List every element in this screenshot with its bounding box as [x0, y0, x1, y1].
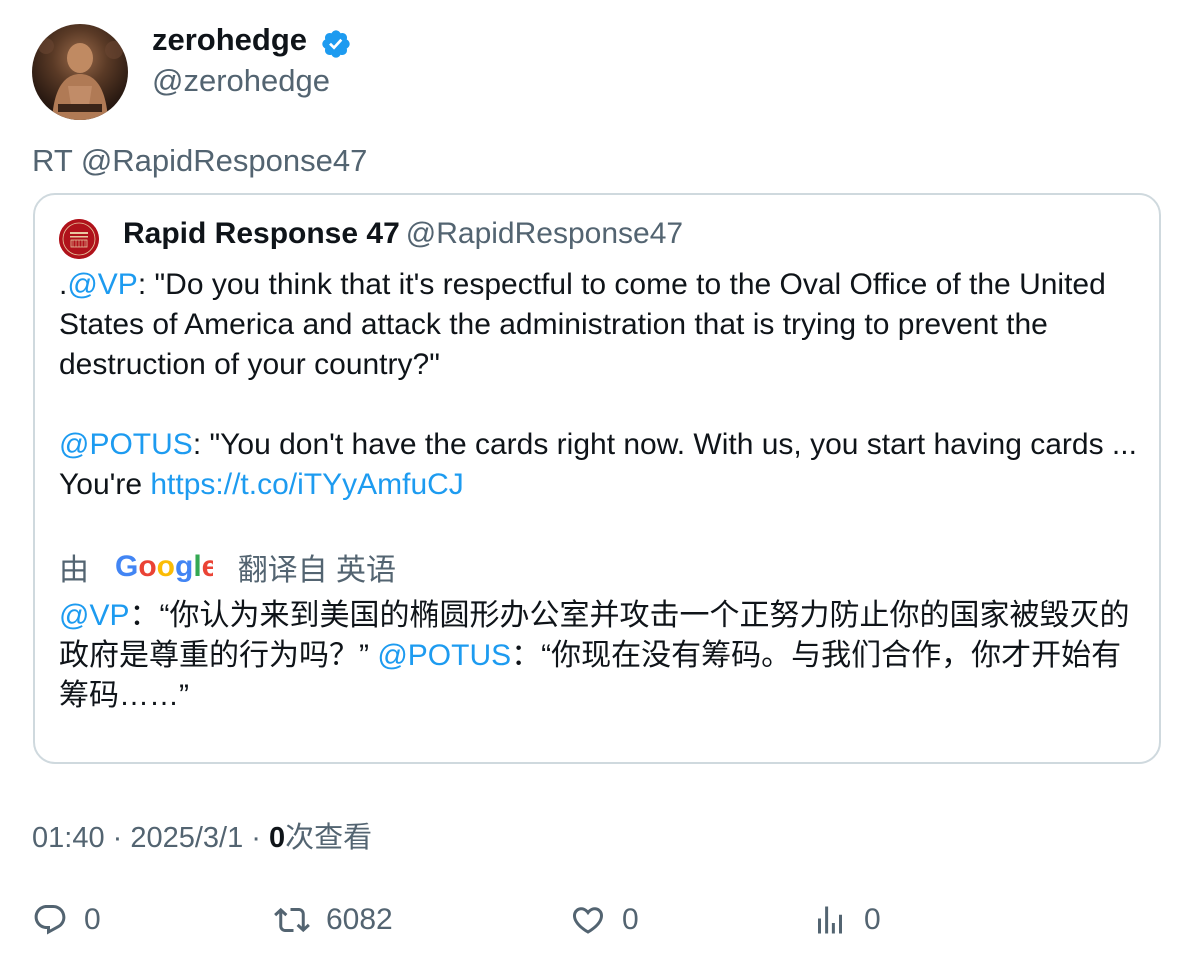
- tweet-meta: 01:40 · 2025/3/1 · 0次查看: [32, 814, 372, 856]
- tco-link[interactable]: https://t.co/iTYyAmfuCJ: [150, 468, 463, 501]
- translated-by-label: 由: [59, 554, 89, 587]
- analytics-icon: [818, 906, 842, 934]
- quote-tweet-text: .@VP: "Do you think that it's respectful…: [59, 265, 1139, 505]
- views-button[interactable]: 0: [812, 898, 881, 942]
- like-button[interactable]: 0: [570, 898, 639, 942]
- retweet-icon: [274, 907, 310, 933]
- quote-author-avatar[interactable]: [59, 219, 99, 259]
- reply-count: 0: [84, 903, 101, 936]
- retweet-text: RT @RapidResponse47: [32, 143, 368, 178]
- action-bar: 0 6082 0 0: [0, 898, 1196, 942]
- translated-text: @VP：“你认为来到美国的椭圆形办公室并攻击一个正努力防止你的国家被毁灭的政府是…: [59, 596, 1149, 716]
- quote-author-name[interactable]: Rapid Response 47 @RapidResponse47: [123, 217, 683, 251]
- mention-potus-link[interactable]: @POTUS: [59, 428, 193, 461]
- tweet-time[interactable]: 01:40: [32, 822, 105, 854]
- views-count: 0: [269, 822, 286, 854]
- author-display-name[interactable]: zerohedge: [152, 22, 307, 58]
- retweet-button[interactable]: 6082: [274, 898, 393, 942]
- reply-button[interactable]: 0: [32, 898, 101, 942]
- translated-mention-vp-link[interactable]: @VP: [59, 599, 129, 632]
- author-avatar[interactable]: [32, 24, 128, 120]
- quote-tweet-card[interactable]: Rapid Response 47 @RapidResponse47 .@VP: …: [33, 193, 1161, 764]
- like-count: 0: [622, 903, 639, 936]
- views-count-action: 0: [864, 903, 881, 936]
- profile-photo-icon: [38, 38, 123, 120]
- meta-separator-2: ·: [243, 822, 270, 854]
- meta-separator-1: ·: [104, 822, 131, 854]
- author-handle[interactable]: @zerohedge: [152, 63, 330, 99]
- translation-attribution[interactable]: 由 Google 翻译自 英语: [59, 545, 397, 587]
- google-logo-icon: Google: [115, 550, 213, 583]
- verified-badge-icon: [322, 30, 350, 58]
- mention-vp-link[interactable]: @VP: [67, 268, 137, 301]
- translated-mention-potus-link[interactable]: @POTUS: [377, 639, 511, 672]
- svg-text:Google: Google: [115, 550, 213, 583]
- quote-paragraph-1: .@VP: "Do you think that it's respectful…: [59, 265, 1139, 385]
- translated-from-label: 翻译自 英语: [237, 554, 397, 587]
- reply-icon: [34, 905, 66, 935]
- quote-paragraph-2: @POTUS: "You don't have the cards right …: [59, 425, 1139, 505]
- heart-icon: [572, 907, 604, 934]
- quote-display-name[interactable]: Rapid Response 47: [123, 217, 400, 250]
- rapid-response-seal-icon: [59, 219, 99, 259]
- tweet-date[interactable]: 2025/3/1: [130, 822, 243, 854]
- views-label: 次查看: [285, 822, 373, 854]
- quote-paragraph-1-body: : "Do you think that it's respectful to …: [59, 268, 1106, 381]
- quote-handle[interactable]: @RapidResponse47: [406, 217, 683, 250]
- retweet-count: 6082: [326, 903, 393, 936]
